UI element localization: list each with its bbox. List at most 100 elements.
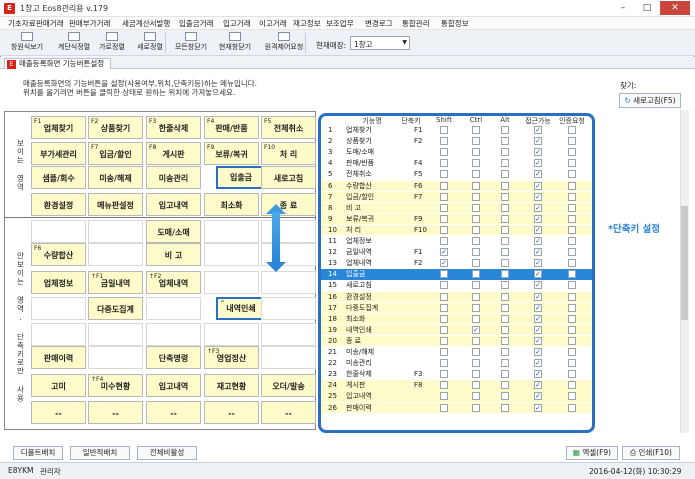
default-layout-button[interactable]: 디폴트배치 <box>13 446 63 460</box>
menu-item[interactable]: 입출금거래 <box>179 18 214 29</box>
checkbox-a[interactable] <box>501 314 509 323</box>
checkbox-c[interactable] <box>472 248 480 257</box>
function-button[interactable]: F1 업체찾기 <box>31 116 86 139</box>
function-button[interactable]: 다중도집계 <box>88 297 143 320</box>
checkbox-auth[interactable] <box>568 159 576 168</box>
table-row[interactable]: 14 입출금 ✓ <box>321 269 592 280</box>
menu-item[interactable]: 기초자료 <box>8 18 36 29</box>
normal-layout-button[interactable]: 일반적배치 <box>70 446 130 460</box>
menu-item[interactable]: 통합관리 <box>402 18 430 29</box>
function-button[interactable]: 최소화 <box>204 193 259 216</box>
checkbox-acc[interactable]: ✓ <box>534 292 542 301</box>
empty-slot[interactable] <box>88 323 143 346</box>
checkbox-acc[interactable]: ✓ <box>534 137 542 146</box>
checkbox-c[interactable] <box>472 126 480 134</box>
function-button[interactable]: 비 고 <box>146 243 201 266</box>
toolbar-button[interactable]: 계단식정렬 <box>56 32 92 54</box>
empty-slot[interactable] <box>204 271 259 294</box>
checkbox-auth[interactable] <box>568 248 576 257</box>
checkbox-auth[interactable] <box>568 181 576 190</box>
table-row[interactable]: 11 업체정보 ✓ <box>321 236 592 247</box>
checkbox-a[interactable] <box>501 237 509 245</box>
shortcut-key[interactable]: F10 <box>414 225 427 235</box>
checkbox-c[interactable] <box>472 336 480 345</box>
checkbox-s[interactable] <box>440 237 448 245</box>
empty-slot[interactable] <box>88 220 143 243</box>
checkbox-c[interactable] <box>472 203 480 212</box>
function-button[interactable]: 부가세관리 <box>31 142 86 165</box>
print-button[interactable]: ⎙ 인쇄(F10) <box>622 446 680 460</box>
table-header[interactable]: Shift <box>428 116 460 124</box>
checkbox-a[interactable] <box>501 203 509 212</box>
checkbox-a[interactable] <box>501 292 509 301</box>
checkbox-acc[interactable]: ✓ <box>534 181 542 190</box>
shortcut-key[interactable]: F2 <box>414 258 422 268</box>
empty-slot[interactable] <box>261 271 316 294</box>
toolbar-button[interactable]: 세로정렬 <box>133 32 167 54</box>
checkbox-acc[interactable]: ✓ <box>534 203 542 212</box>
checkbox-acc[interactable]: ✓ <box>534 259 542 268</box>
function-button[interactable]: 미송/해제 <box>88 166 143 189</box>
checkbox-s[interactable] <box>440 137 448 146</box>
checkbox-a[interactable] <box>501 303 509 312</box>
table-row[interactable]: 6 수량합산 F6 ✓ <box>321 180 592 191</box>
table-row[interactable]: 16 환경설정 ✓ <box>321 291 592 302</box>
checkbox-s[interactable] <box>440 325 448 334</box>
checkbox-auth[interactable] <box>568 292 576 301</box>
menu-item[interactable]: 판매거래 <box>36 18 64 29</box>
checkbox-s[interactable] <box>440 370 448 379</box>
checkbox-auth[interactable] <box>568 348 576 356</box>
checkbox-s[interactable] <box>440 270 448 279</box>
checkbox-acc[interactable]: ✓ <box>534 314 542 323</box>
checkbox-auth[interactable] <box>568 403 576 412</box>
checkbox-s[interactable] <box>440 348 448 356</box>
empty-slot[interactable] <box>31 323 86 346</box>
table-row[interactable]: 19 내역인쇄 ✓ ✓ <box>321 324 592 336</box>
checkbox-a[interactable] <box>501 214 509 223</box>
toolbar-button[interactable]: 창원식보기 <box>6 32 48 54</box>
table-header[interactable]: Alt <box>489 116 521 124</box>
function-button[interactable]: F6 수량합산 <box>31 243 86 266</box>
menu-item[interactable]: 보조업무 <box>326 18 354 29</box>
function-button[interactable]: F4 판매/반품 <box>204 116 259 139</box>
checkbox-c[interactable] <box>472 381 480 390</box>
checkbox-acc[interactable]: ✓ <box>534 359 542 368</box>
checkbox-c[interactable] <box>472 237 480 245</box>
function-button[interactable]: -- <box>31 401 86 424</box>
function-button[interactable]: F2 상품찾기 <box>88 116 143 139</box>
function-button[interactable]: 재고현황 <box>204 374 259 397</box>
shortcut-key[interactable]: F5 <box>414 169 422 179</box>
checkbox-c[interactable] <box>472 159 480 168</box>
tab-button-settings[interactable]: E 매출등록화면 기능버튼설정 <box>4 58 112 69</box>
scrollbar-thumb[interactable] <box>681 206 688 320</box>
function-button[interactable]: 도매/소매 <box>146 220 201 243</box>
checkbox-a[interactable] <box>501 381 509 390</box>
empty-slot[interactable] <box>146 323 201 346</box>
checkbox-s[interactable] <box>440 292 448 301</box>
checkbox-a[interactable] <box>501 392 509 401</box>
empty-slot[interactable] <box>31 297 86 320</box>
checkbox-auth[interactable] <box>568 192 576 201</box>
checkbox-acc[interactable]: ✓ <box>534 159 542 168</box>
checkbox-auth[interactable] <box>568 392 576 401</box>
function-button[interactable]: 오더/발송 <box>261 374 316 397</box>
function-button[interactable]: 미송관리 <box>146 166 201 189</box>
checkbox-acc[interactable]: ✓ <box>534 336 542 345</box>
menu-item[interactable]: 변경로그 <box>365 18 393 29</box>
checkbox-c[interactable]: ✓ <box>472 325 480 334</box>
shortcut-key[interactable]: F3 <box>414 369 422 379</box>
shortcut-key[interactable]: F2 <box>414 136 422 146</box>
empty-slot[interactable] <box>204 323 259 346</box>
empty-slot[interactable] <box>204 220 259 243</box>
checkbox-auth[interactable] <box>568 370 576 379</box>
toolbar-button[interactable]: 모든창닫기 <box>172 32 210 54</box>
function-button[interactable]: ^ 내역인쇄 <box>216 297 266 320</box>
checkbox-auth[interactable] <box>568 148 576 157</box>
checkbox-acc[interactable]: ✓ <box>534 325 542 334</box>
shortcut-key[interactable]: F1 <box>414 125 422 135</box>
function-button[interactable]: 환경설정 <box>31 193 86 216</box>
excel-button[interactable]: ▦ 엑셀(F9) <box>566 446 618 460</box>
shortcut-key[interactable]: F7 <box>414 192 422 202</box>
table-row[interactable]: 26 판매이력 ✓ <box>321 402 592 413</box>
checkbox-c[interactable] <box>472 170 480 179</box>
